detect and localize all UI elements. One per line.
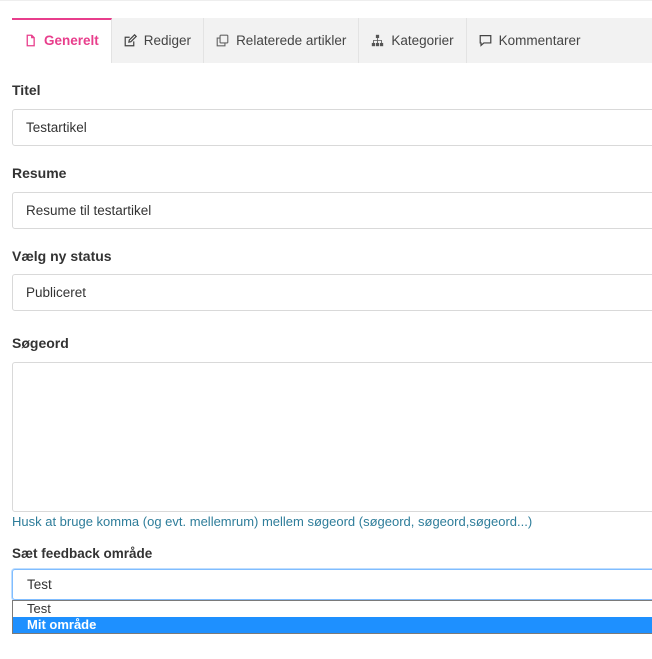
tab-label: Relaterede artikler [236, 33, 347, 48]
title-label: Titel [12, 82, 41, 98]
dropdown-option-mit-omraade[interactable]: Mit område [13, 617, 652, 633]
status-label: Vælg ny status [12, 248, 112, 264]
feedback-area-label: Sæt feedback område [12, 546, 153, 561]
feedback-area-select[interactable]: Test [12, 569, 652, 600]
keywords-hint: Husk at bruge komma (og evt. mellemrum) … [12, 514, 533, 529]
tab-rediger[interactable]: Rediger [112, 18, 205, 63]
title-value: Testartikel [26, 120, 87, 135]
file-icon [24, 34, 37, 47]
comment-icon [479, 34, 492, 47]
tab-generelt[interactable]: Generelt [12, 18, 112, 63]
copy-icon [216, 34, 229, 47]
keywords-textarea[interactable] [12, 362, 652, 512]
summary-input[interactable]: Resume til testartikel [12, 192, 652, 229]
tab-kommentarer[interactable]: Kommentarer [467, 18, 593, 63]
status-value: Publiceret [26, 285, 87, 300]
sitemap-icon [371, 34, 384, 47]
summary-label: Resume [12, 165, 67, 181]
keywords-label: Søgeord [12, 335, 69, 351]
tab-kategorier[interactable]: Kategorier [359, 18, 467, 63]
tab-relaterede-artikler[interactable]: Relaterede artikler [204, 18, 360, 63]
status-select[interactable]: Publiceret [12, 274, 652, 311]
tab-label: Generelt [44, 33, 99, 48]
tab-label: Rediger [143, 33, 192, 48]
summary-value: Resume til testartikel [26, 203, 152, 218]
feedback-area-dropdown: Test Mit område [12, 600, 652, 634]
edit-icon [124, 34, 137, 47]
top-divider [0, 0, 652, 1]
tab-label: Kommentarer [498, 33, 581, 48]
article-editor-page: Generelt Rediger Relaterede artikler Kat… [0, 0, 652, 659]
feedback-area-value: Test [27, 577, 52, 592]
title-input[interactable]: Testartikel [12, 109, 652, 146]
tab-bar: Generelt Rediger Relaterede artikler Kat… [12, 18, 652, 63]
dropdown-option-test[interactable]: Test [13, 601, 652, 617]
tab-label: Kategorier [391, 33, 454, 48]
